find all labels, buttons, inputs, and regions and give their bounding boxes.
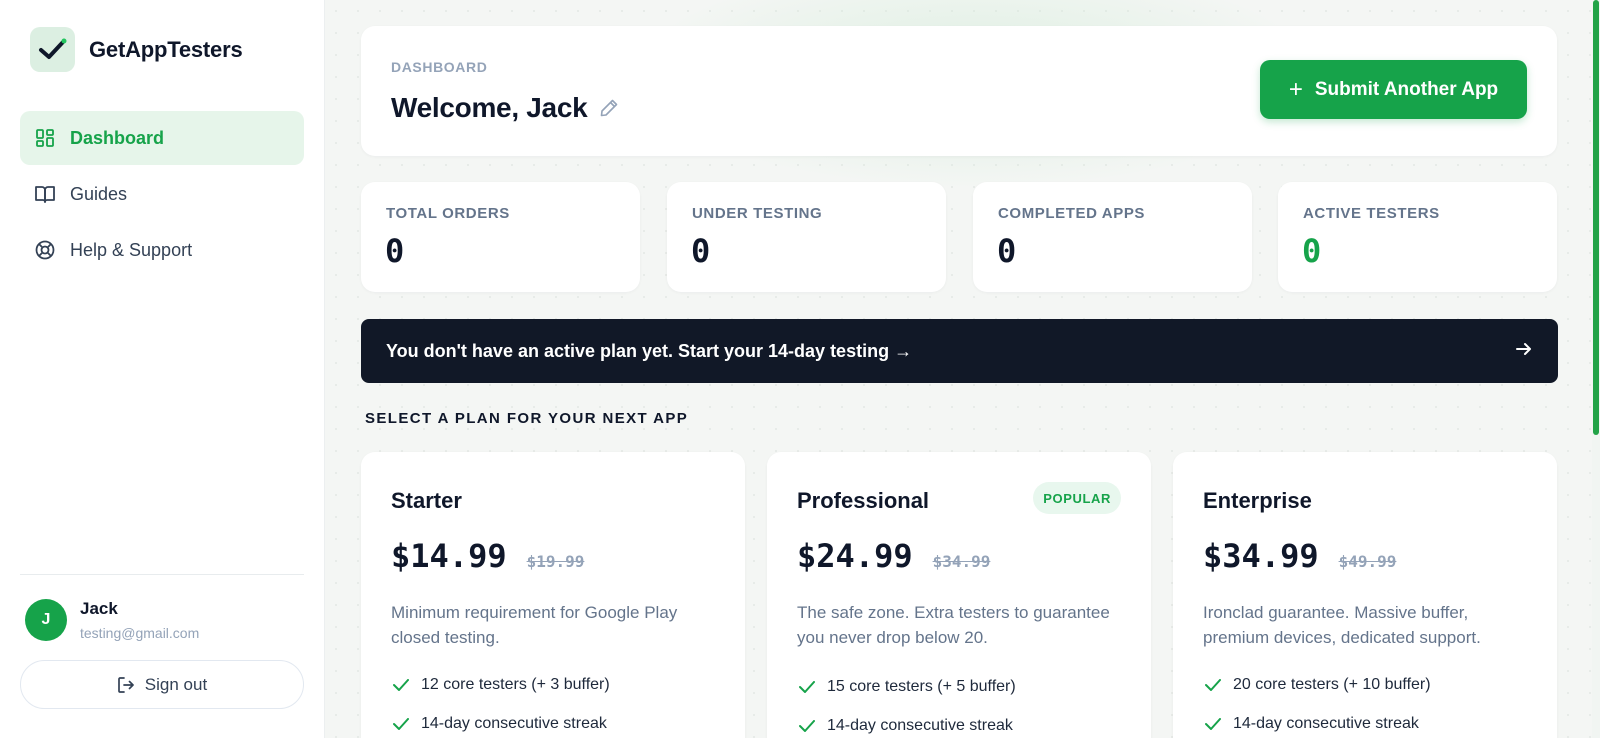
popular-badge: POPULAR [1033,482,1121,514]
check-icon [799,720,815,732]
plans-section-title: SELECT A PLAN FOR YOUR NEXT APP [365,410,689,427]
feature-text: 12 core testers (+ 3 buffer) [421,676,610,693]
welcome-card: DASHBOARD Welcome, Jack + Submit Another… [361,26,1557,156]
lifebuoy-icon [35,240,55,260]
stat-card-active-testers: ACTIVE TESTERS 0 [1278,182,1557,292]
no-plan-banner[interactable]: You don't have an active plan yet. Start… [361,319,1558,383]
plan-description: Minimum requirement for Google Play clos… [391,603,678,647]
banner-text: You don't have an active plan yet. Start… [386,340,913,361]
plan-feature: 14-day consecutive streak [393,715,607,733]
sign-out-icon [117,676,135,694]
brand-name: GetAppTesters [89,36,243,62]
sidebar-item-label: Dashboard [70,127,165,148]
feature-text: 15 core testers (+ 5 buffer) [827,678,1016,695]
plan-description: The safe zone. Extra testers to guarante… [797,603,1110,647]
price-original: $49.99 [1338,552,1397,571]
submit-another-app-button[interactable]: + Submit Another App [1260,60,1527,119]
plan-feature: 12 core testers (+ 3 buffer) [393,676,610,694]
plan-card-professional[interactable]: Professional POPULAR $24.99 $34.99 The s… [767,452,1151,738]
user-email: testing@gmail.com [80,625,200,641]
feature-text: 14-day consecutive streak [1233,715,1419,732]
price-current: $34.99 [1203,537,1319,575]
sidebar-item-label: Help & Support [70,239,193,260]
stat-label: UNDER TESTING [692,205,823,222]
stat-card-total-orders: TOTAL ORDERS 0 [361,182,640,292]
plan-feature: 14-day consecutive streak [799,717,1013,735]
check-logo-icon [30,27,75,72]
user-name: Jack [80,599,118,618]
plan-feature: 14-day consecutive streak [1205,715,1419,733]
plan-price: $14.99 $19.99 [391,537,584,575]
sidebar: GetAppTesters Dashboard Guides Help & Su… [0,0,325,738]
price-current: $24.99 [797,537,913,575]
user-profile: J Jack testing@gmail.com [25,599,199,641]
feature-text: 14-day consecutive streak [421,715,607,732]
check-icon [393,679,409,691]
price-current: $14.99 [391,537,507,575]
plan-description: Ironclad guarantee. Massive buffer, prem… [1203,603,1481,647]
feature-text: 14-day consecutive streak [827,717,1013,734]
brand[interactable]: GetAppTesters [30,27,243,72]
plan-price: $34.99 $49.99 [1203,537,1396,575]
main-content: DASHBOARD Welcome, Jack + Submit Another… [325,0,1600,738]
plan-feature: 15 core testers (+ 5 buffer) [799,678,1016,696]
sidebar-item-help-support[interactable]: Help & Support [20,223,304,277]
stat-label: ACTIVE TESTERS [1303,205,1440,222]
stat-value: 0 [385,232,405,270]
scrollbar[interactable] [1592,0,1600,738]
edit-pencil-icon[interactable] [599,98,619,118]
plus-icon: + [1288,75,1303,103]
sign-out-button[interactable]: Sign out [20,660,304,709]
plan-card-starter[interactable]: Starter $14.99 $19.99 Minimum requiremen… [361,452,745,738]
price-original: $19.99 [526,552,585,571]
page-eyebrow: DASHBOARD [391,59,488,75]
sidebar-item-label: Guides [70,183,128,204]
stat-label: TOTAL ORDERS [386,205,510,222]
avatar: J [25,599,67,641]
sidebar-item-guides[interactable]: Guides [20,167,304,221]
stat-value: 0 [691,232,711,270]
stat-card-completed-apps: COMPLETED APPS 0 [973,182,1252,292]
check-icon [1205,679,1221,691]
submit-button-label: Submit Another App [1314,78,1499,100]
plan-price: $24.99 $34.99 [797,537,990,575]
scrollbar-thumb[interactable] [1593,0,1599,435]
arrow-right-icon [1514,339,1534,359]
book-icon [35,184,55,204]
welcome-text: Welcome, Jack [391,92,588,123]
sign-out-label: Sign out [144,674,208,694]
check-icon [1205,718,1221,730]
plan-name: Starter [391,488,462,513]
plan-name: Professional [797,488,930,513]
check-icon [393,718,409,730]
stat-label: COMPLETED APPS [998,205,1146,222]
check-icon [799,681,815,693]
sidebar-item-dashboard[interactable]: Dashboard [20,111,304,165]
price-original: $34.99 [932,552,991,571]
stat-value: 0 [997,232,1017,270]
feature-text: 20 core testers (+ 10 buffer) [1233,676,1431,693]
plan-card-enterprise[interactable]: Enterprise $34.99 $49.99 Ironclad guaran… [1173,452,1557,738]
sidebar-divider [20,574,304,575]
stat-card-under-testing: UNDER TESTING 0 [667,182,946,292]
stat-value: 0 [1302,232,1322,270]
sidebar-nav: Dashboard Guides Help & Support [20,111,304,279]
plan-feature: 20 core testers (+ 10 buffer) [1205,676,1431,694]
page-title: Welcome, Jack [391,92,619,124]
plan-name: Enterprise [1203,488,1312,513]
dashboard-grid-icon [35,128,55,148]
